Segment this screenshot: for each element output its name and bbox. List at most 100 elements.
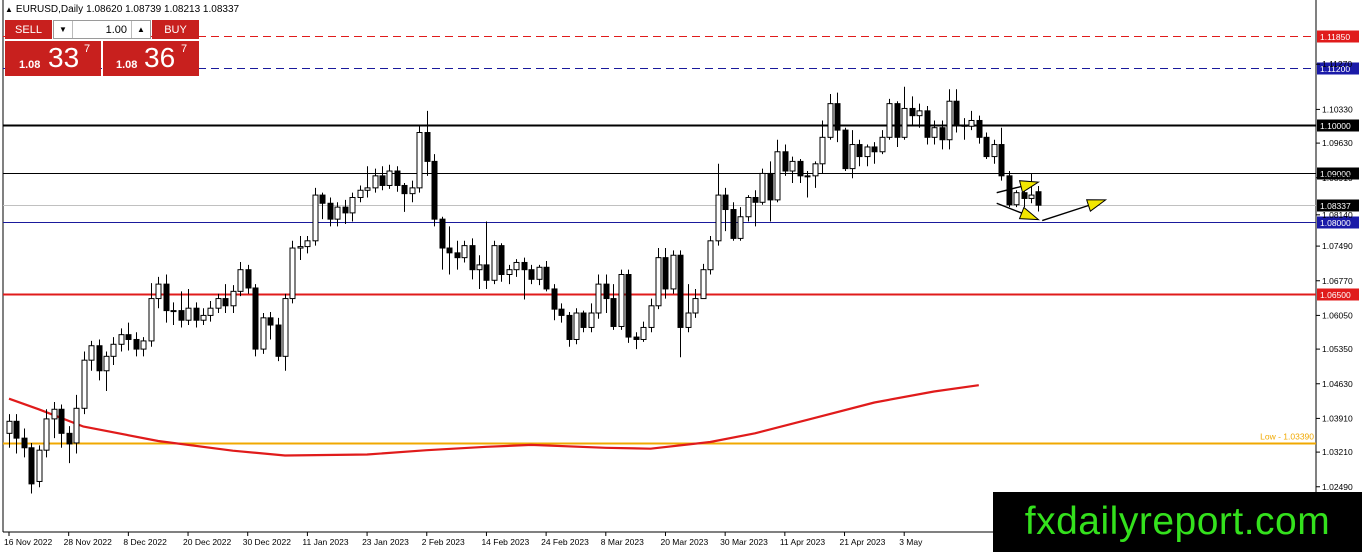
candle-45[interactable]: [342, 199, 349, 224]
candle-81[interactable]: [610, 284, 617, 330]
candle-126[interactable]: [946, 89, 953, 150]
candle-56[interactable]: [424, 110, 431, 176]
candle-20[interactable]: [155, 276, 162, 309]
candle-103[interactable]: [774, 139, 781, 203]
candle-105[interactable]: [789, 156, 796, 184]
candle-110[interactable]: [827, 94, 834, 140]
candle-4[interactable]: [36, 445, 43, 488]
candle-31[interactable]: [237, 261, 244, 297]
chevron-down-icon[interactable]: ▼: [54, 21, 73, 38]
candle-114[interactable]: [856, 139, 863, 167]
candle-63[interactable]: [476, 255, 483, 289]
candle-106[interactable]: [797, 158, 804, 184]
candle-130[interactable]: [976, 115, 983, 144]
candle-77[interactable]: [580, 310, 587, 333]
lot-size-input[interactable]: 1.00: [73, 24, 131, 36]
candle-82[interactable]: [618, 269, 625, 330]
candle-12[interactable]: [96, 339, 103, 381]
candle-21[interactable]: [163, 274, 170, 323]
candle-72[interactable]: [543, 261, 550, 292]
candle-18[interactable]: [140, 337, 147, 357]
candle-54[interactable]: [409, 180, 416, 203]
candle-135[interactable]: [1013, 190, 1020, 208]
candle-41[interactable]: [312, 187, 319, 246]
candle-68[interactable]: [513, 259, 520, 277]
candle-35[interactable]: [267, 312, 274, 340]
candle-95[interactable]: [715, 163, 722, 246]
candle-17[interactable]: [133, 332, 140, 357]
candle-122[interactable]: [916, 103, 923, 128]
candle-50[interactable]: [379, 166, 386, 191]
candle-1[interactable]: [13, 414, 20, 454]
candle-116[interactable]: [871, 142, 878, 164]
candle-13[interactable]: [103, 351, 110, 391]
candle-48[interactable]: [364, 166, 371, 198]
candle-133[interactable]: [998, 127, 1005, 181]
candle-109[interactable]: [819, 120, 826, 174]
candle-37[interactable]: [282, 293, 289, 371]
sell-price-box[interactable]: 1.08 33 7: [5, 41, 101, 76]
candle-100[interactable]: [752, 190, 759, 227]
trend-arrow-0[interactable]: [996, 180, 1041, 194]
candle-22[interactable]: [170, 302, 177, 326]
candle-32[interactable]: [245, 264, 252, 294]
candle-93[interactable]: [700, 263, 707, 300]
candle-11[interactable]: [88, 340, 95, 371]
candle-78[interactable]: [588, 303, 595, 333]
candle-91[interactable]: [685, 284, 692, 333]
candle-111[interactable]: [834, 92, 841, 143]
candle-58[interactable]: [439, 216, 446, 270]
candle-38[interactable]: [289, 240, 296, 304]
candle-26[interactable]: [200, 308, 207, 326]
candle-23[interactable]: [178, 291, 185, 328]
candle-2[interactable]: [21, 428, 28, 458]
candle-46[interactable]: [349, 192, 356, 222]
candle-7[interactable]: [58, 404, 65, 448]
candle-65[interactable]: [491, 240, 498, 285]
candle-132[interactable]: [991, 139, 998, 164]
candle-112[interactable]: [842, 127, 849, 172]
candle-39[interactable]: [297, 235, 304, 261]
candle-9[interactable]: [73, 394, 80, 454]
candle-120[interactable]: [901, 86, 908, 140]
sell-button[interactable]: SELL: [5, 20, 52, 39]
candle-121[interactable]: [909, 96, 916, 126]
candle-33[interactable]: [252, 284, 259, 357]
candle-64[interactable]: [483, 221, 490, 289]
candle-57[interactable]: [431, 154, 438, 227]
candle-6[interactable]: [51, 402, 58, 439]
buy-button[interactable]: BUY: [152, 20, 199, 39]
candle-90[interactable]: [677, 250, 684, 358]
candle-71[interactable]: [536, 264, 543, 286]
candle-123[interactable]: [924, 106, 931, 145]
candle-97[interactable]: [730, 202, 737, 241]
candle-16[interactable]: [125, 322, 132, 351]
candle-36[interactable]: [275, 317, 282, 362]
candle-96[interactable]: [722, 187, 729, 232]
candle-59[interactable]: [446, 226, 453, 275]
price-chart[interactable]: 1.118501.112001.100001.090001.083371.080…: [0, 0, 1362, 552]
candle-62[interactable]: [469, 238, 476, 280]
candle-66[interactable]: [498, 243, 505, 282]
candle-55[interactable]: [416, 125, 423, 193]
candle-92[interactable]: [692, 288, 699, 318]
candle-86[interactable]: [648, 298, 655, 333]
candle-119[interactable]: [894, 101, 901, 147]
lot-size-stepper[interactable]: ▼ 1.00 ▲: [53, 20, 151, 39]
candle-102[interactable]: [767, 161, 774, 222]
candle-15[interactable]: [118, 328, 125, 352]
candle-101[interactable]: [759, 168, 766, 205]
candle-108[interactable]: [812, 161, 819, 188]
candle-80[interactable]: [603, 274, 610, 314]
candle-25[interactable]: [193, 302, 200, 328]
candle-124[interactable]: [931, 120, 938, 145]
candle-87[interactable]: [655, 248, 662, 310]
candle-107[interactable]: [804, 171, 811, 198]
collapse-triangle-icon[interactable]: ▲: [5, 5, 13, 14]
candle-104[interactable]: [782, 144, 789, 176]
candle-3[interactable]: [28, 442, 35, 494]
moving-average-line[interactable]: [8, 384, 979, 457]
candle-137[interactable]: [1028, 173, 1035, 204]
candle-131[interactable]: [983, 132, 990, 159]
chevron-up-icon[interactable]: ▲: [131, 21, 150, 38]
